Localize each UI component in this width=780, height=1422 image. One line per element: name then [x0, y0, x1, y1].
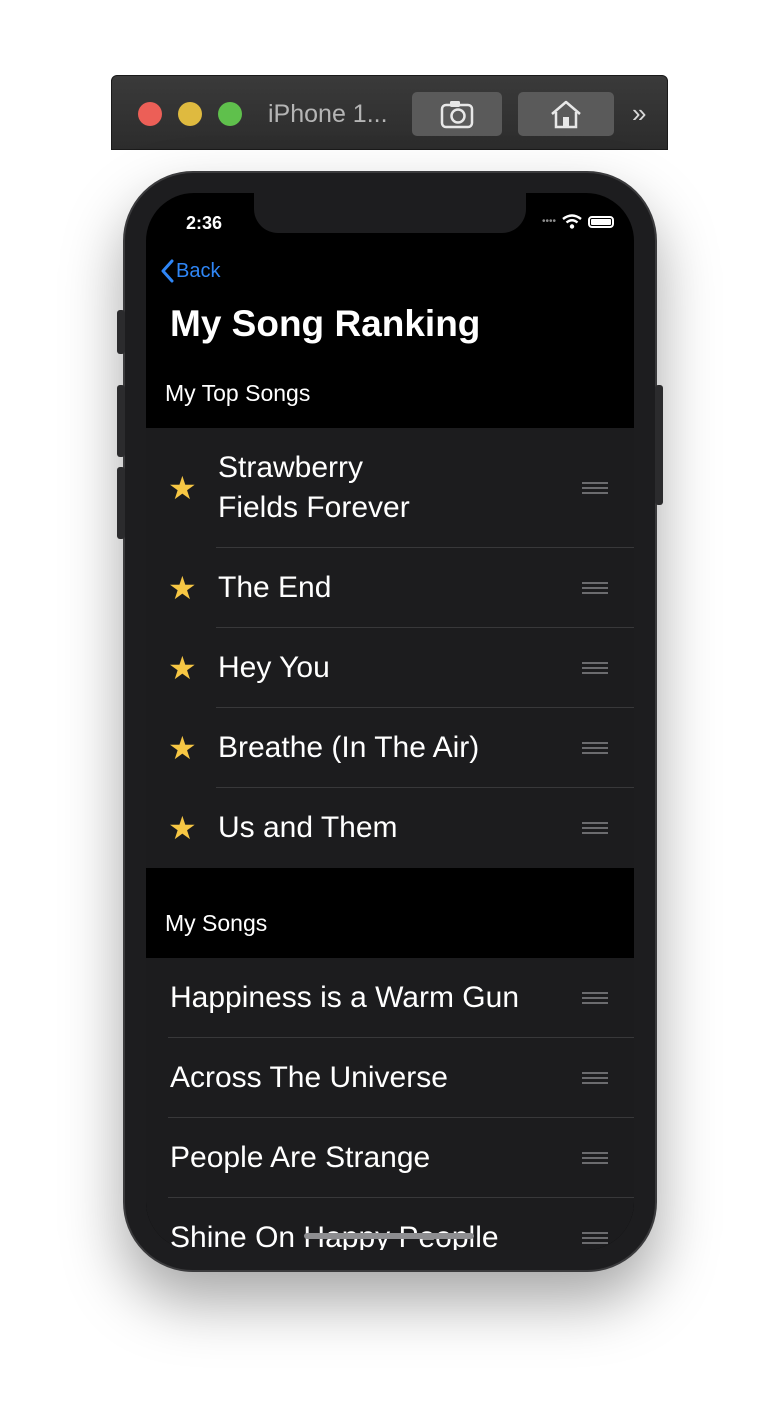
- song-title: Across The Universe: [170, 1061, 448, 1094]
- reorder-handle-icon[interactable]: [582, 739, 608, 757]
- camera-icon: [440, 101, 474, 129]
- home-icon: [551, 100, 581, 129]
- list-item[interactable]: People Are Strange: [146, 1118, 634, 1198]
- page-title: My Song Ranking: [170, 303, 481, 344]
- phone-screen: 2:36 •••• Back My Song Ranking My Top So…: [146, 193, 634, 1250]
- more-toolbar-button[interactable]: »: [632, 98, 646, 129]
- list-item[interactable]: Happiness is a Warm Gun: [146, 958, 634, 1038]
- reorder-handle-icon[interactable]: [582, 1149, 608, 1167]
- chevron-left-icon: [161, 259, 174, 283]
- star-icon: ★: [168, 810, 197, 846]
- song-title-line-2: Fields Forever: [218, 491, 410, 524]
- song-title: Happiness is a Warm Gun: [170, 981, 520, 1014]
- reorder-handle-icon[interactable]: [582, 1069, 608, 1087]
- section-header-my-songs: My Songs: [165, 910, 268, 936]
- star-icon: ★: [168, 470, 197, 506]
- reorder-handle-icon[interactable]: [582, 579, 608, 597]
- volume-down-button: [117, 467, 125, 539]
- list-item[interactable]: ★ The End: [146, 548, 634, 628]
- home-indicator[interactable]: [304, 1233, 474, 1239]
- star-icon: ★: [168, 730, 197, 766]
- mute-switch: [117, 310, 125, 354]
- back-button[interactable]: Back: [160, 259, 220, 283]
- song-title-line-1: Strawberry: [218, 451, 364, 484]
- screenshot-button[interactable]: [412, 92, 502, 136]
- simulator-title: iPhone 1...: [268, 100, 388, 128]
- list-item[interactable]: Across The Universe: [146, 1038, 634, 1118]
- section-header-top-songs: My Top Songs: [165, 380, 311, 406]
- song-title: Us and Them: [218, 811, 398, 844]
- wifi-icon: [562, 214, 582, 229]
- close-window-button[interactable]: [138, 102, 162, 126]
- reorder-handle-icon[interactable]: [582, 819, 608, 837]
- reorder-handle-icon[interactable]: [582, 479, 608, 497]
- list-item[interactable]: ★ Hey You: [146, 628, 634, 708]
- simulator-titlebar: iPhone 1... »: [111, 75, 668, 150]
- back-label: Back: [176, 259, 221, 282]
- top-songs-list: ★ Strawberry Fields Forever ★ The End ★ …: [146, 428, 634, 868]
- cellular-signal-icon: ••••: [541, 216, 556, 227]
- notch: [254, 193, 526, 233]
- song-title: People Are Strange: [170, 1141, 431, 1174]
- side-button: [655, 385, 663, 505]
- song-title: The End: [218, 571, 332, 604]
- reorder-handle-icon[interactable]: [582, 1229, 608, 1247]
- volume-up-button: [117, 385, 125, 457]
- list-item[interactable]: ★ Breathe (In The Air): [146, 708, 634, 788]
- status-time: 2:36: [186, 213, 223, 233]
- song-title: Hey You: [218, 651, 330, 684]
- zoom-window-button[interactable]: [218, 102, 242, 126]
- my-songs-list: Happiness is a Warm Gun Across The Unive…: [146, 958, 634, 1250]
- list-item[interactable]: ★ Strawberry Fields Forever: [146, 428, 634, 548]
- list-item[interactable]: Shine On Happy Peoplle: [146, 1198, 634, 1250]
- status-indicators: ••••: [542, 214, 614, 229]
- list-item[interactable]: ★ Us and Them: [146, 788, 634, 868]
- home-button[interactable]: [518, 92, 614, 136]
- reorder-handle-icon[interactable]: [582, 989, 608, 1007]
- battery-icon: [588, 215, 614, 228]
- song-title: Breathe (In The Air): [218, 731, 480, 764]
- reorder-handle-icon[interactable]: [582, 659, 608, 677]
- star-icon: ★: [168, 570, 197, 606]
- minimize-window-button[interactable]: [178, 102, 202, 126]
- star-icon: ★: [168, 650, 197, 686]
